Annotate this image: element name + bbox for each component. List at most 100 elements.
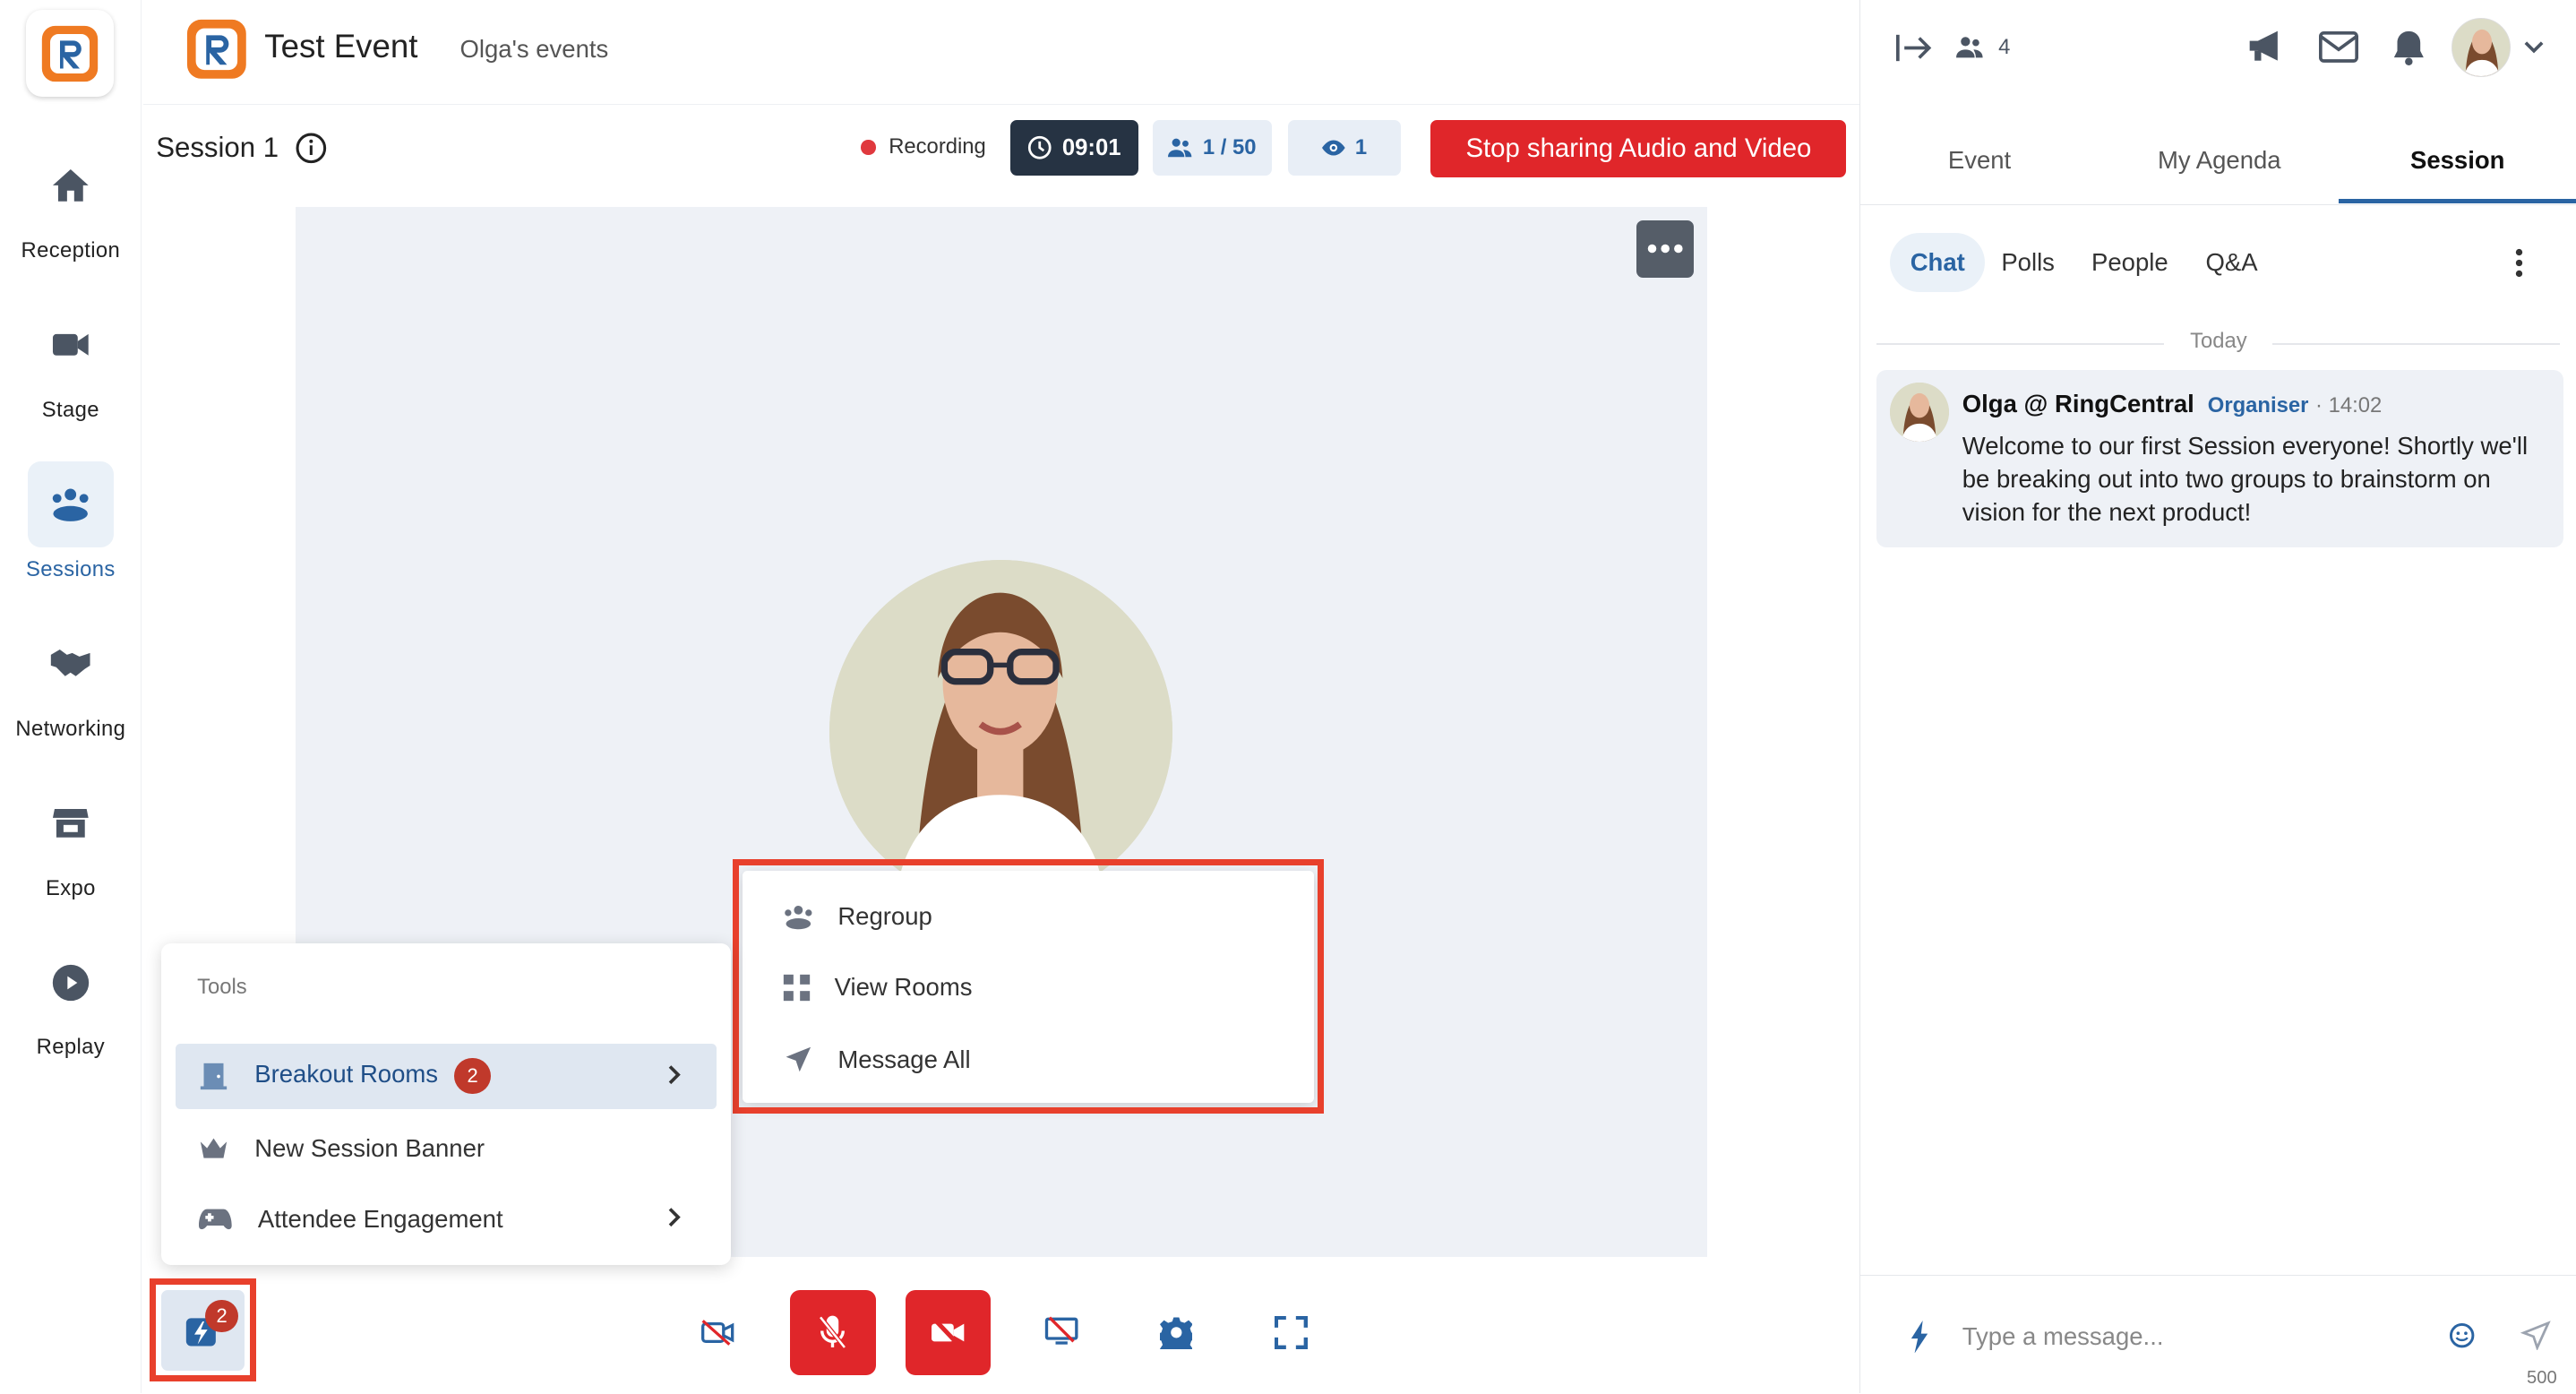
active-tab-indicator bbox=[2338, 198, 2576, 204]
breakout-count-badge: 2 bbox=[454, 1058, 491, 1095]
context-menu-highlight-frame bbox=[732, 859, 1325, 1114]
bell-icon[interactable] bbox=[2392, 30, 2426, 65]
online-attendees[interactable]: 4 bbox=[1955, 35, 2010, 60]
recording-dot-icon bbox=[861, 140, 876, 155]
stage-more-options-button[interactable] bbox=[1636, 219, 1694, 278]
tools-heading: Tools bbox=[197, 974, 247, 999]
message-author-avatar bbox=[1890, 383, 1950, 443]
mic-off-icon bbox=[819, 1315, 847, 1349]
message-author: Olga @ RingCentral bbox=[1962, 389, 2194, 417]
nav-label: Stage bbox=[41, 397, 99, 422]
emoji-icon[interactable] bbox=[2449, 1322, 2475, 1348]
character-limit: 500 bbox=[2527, 1367, 2557, 1388]
ringcentral-logo-icon bbox=[41, 25, 99, 82]
nav-sessions[interactable]: Sessions bbox=[0, 461, 142, 581]
video-off-icon bbox=[932, 1317, 965, 1347]
settings-button[interactable] bbox=[1133, 1290, 1218, 1375]
nav-replay[interactable]: Replay bbox=[0, 940, 142, 1060]
app-root: Reception Stage Sessions Networking Expo bbox=[0, 0, 2576, 1394]
send-icon[interactable] bbox=[2520, 1320, 2553, 1350]
people-icon bbox=[1168, 138, 1192, 158]
group-icon bbox=[28, 461, 114, 547]
tab-event[interactable]: Event bbox=[1860, 146, 2099, 175]
eye-icon bbox=[1322, 140, 1345, 156]
camera-off-icon bbox=[701, 1319, 734, 1346]
nav-label: Networking bbox=[15, 716, 126, 741]
home-icon bbox=[28, 143, 113, 228]
tool-label: New Session Banner bbox=[254, 1133, 485, 1162]
left-navigation: Reception Stage Sessions Networking Expo bbox=[0, 0, 142, 1394]
nav-label: Reception bbox=[21, 237, 121, 262]
right-panel-header: 4 bbox=[1860, 0, 2576, 99]
nav-stage[interactable]: Stage bbox=[0, 302, 142, 422]
event-organizer-link[interactable]: Olga's events bbox=[460, 35, 609, 64]
gamepad-icon bbox=[198, 1209, 232, 1230]
timer-value: 09:01 bbox=[1061, 134, 1121, 160]
video-toggle[interactable] bbox=[905, 1289, 991, 1376]
lightning-icon[interactable] bbox=[1910, 1320, 1929, 1354]
tab-my-agenda[interactable]: My Agenda bbox=[2100, 146, 2339, 175]
info-icon[interactable] bbox=[295, 132, 328, 165]
author-role-badge: Organiser bbox=[2207, 392, 2309, 417]
gear-icon bbox=[1159, 1317, 1193, 1349]
tool-label: Breakout Rooms bbox=[254, 1060, 439, 1089]
fullscreen-button[interactable] bbox=[1249, 1290, 1334, 1375]
tools-popup: Tools Breakout Rooms 2 New Session Banner… bbox=[160, 942, 732, 1266]
chat-composer: 500 bbox=[1860, 1275, 2576, 1393]
collapse-panel-icon[interactable] bbox=[1896, 33, 1932, 63]
message-header: Olga @ RingCentral Organiser · 14:02 bbox=[1962, 390, 2382, 418]
tab-session[interactable]: Session bbox=[2339, 146, 2576, 175]
speaker-avatar bbox=[829, 560, 1173, 904]
nav-networking[interactable]: Networking bbox=[0, 621, 142, 741]
viewer-count-pill[interactable]: 1 bbox=[1287, 119, 1402, 176]
play-icon bbox=[28, 940, 113, 1025]
session-timer: 09:01 bbox=[1009, 119, 1138, 176]
event-title: Test Event bbox=[264, 28, 418, 65]
screen-share-toggle[interactable] bbox=[1018, 1290, 1103, 1375]
video-camera-icon bbox=[28, 302, 113, 387]
subtab-qa[interactable]: Q&A bbox=[2199, 233, 2264, 292]
chevron-down-icon[interactable] bbox=[2524, 39, 2544, 56]
message-input[interactable] bbox=[1962, 1317, 2423, 1357]
door-icon bbox=[200, 1063, 228, 1089]
ringcentral-logo-icon bbox=[187, 20, 246, 79]
screen-share-off-icon bbox=[1044, 1316, 1078, 1345]
tool-new-session-banner[interactable]: New Session Banner bbox=[176, 1115, 716, 1181]
nav-label: Sessions bbox=[26, 556, 116, 581]
stop-sharing-button[interactable]: Stop sharing Audio and Video bbox=[1430, 119, 1847, 178]
author-avatar-image bbox=[1890, 383, 1950, 443]
tool-attendee-engagement[interactable]: Attendee Engagement bbox=[176, 1186, 716, 1252]
mail-icon[interactable] bbox=[2318, 30, 2358, 63]
user-avatar-image bbox=[2452, 19, 2511, 77]
clock-icon bbox=[1028, 136, 1052, 159]
right-panel: 4 Event My Agenda Session Chat Polls Peo… bbox=[1859, 0, 2576, 1394]
store-icon bbox=[28, 780, 113, 865]
top-header: Test Event Olga's events bbox=[142, 0, 1860, 106]
subtab-polls[interactable]: Polls bbox=[1995, 233, 2060, 292]
microphone-toggle[interactable] bbox=[790, 1289, 876, 1376]
attendee-count-pill[interactable]: 1 / 50 bbox=[1153, 119, 1272, 176]
date-divider: Today bbox=[1876, 329, 2561, 362]
camera-off-toggle[interactable] bbox=[675, 1290, 760, 1375]
nav-expo[interactable]: Expo bbox=[0, 780, 142, 900]
megaphone-icon[interactable] bbox=[2246, 28, 2286, 64]
more-vertical-icon[interactable] bbox=[2514, 248, 2524, 278]
user-avatar[interactable] bbox=[2451, 18, 2512, 78]
tool-breakout-rooms[interactable]: Breakout Rooms 2 bbox=[176, 1043, 717, 1109]
chevron-right-icon bbox=[668, 1064, 682, 1084]
chevron-right-icon bbox=[668, 1208, 682, 1227]
session-title: Session 1 bbox=[156, 132, 328, 165]
tool-label: Attendee Engagement bbox=[257, 1204, 503, 1233]
session-name: Session 1 bbox=[156, 132, 279, 164]
app-logo[interactable] bbox=[26, 10, 114, 98]
nav-label: Replay bbox=[36, 1035, 106, 1060]
speaker-portrait bbox=[829, 560, 1173, 904]
message-time: · 14:02 bbox=[2315, 392, 2383, 417]
people-icon bbox=[1956, 36, 1984, 58]
subtab-people[interactable]: People bbox=[2084, 233, 2177, 292]
message-text: Welcome to our first Session everyone! S… bbox=[1962, 432, 2529, 526]
nav-reception[interactable]: Reception bbox=[0, 143, 142, 263]
handshake-icon bbox=[28, 621, 113, 706]
event-logo bbox=[185, 18, 248, 81]
subtab-chat[interactable]: Chat bbox=[1890, 233, 1986, 293]
